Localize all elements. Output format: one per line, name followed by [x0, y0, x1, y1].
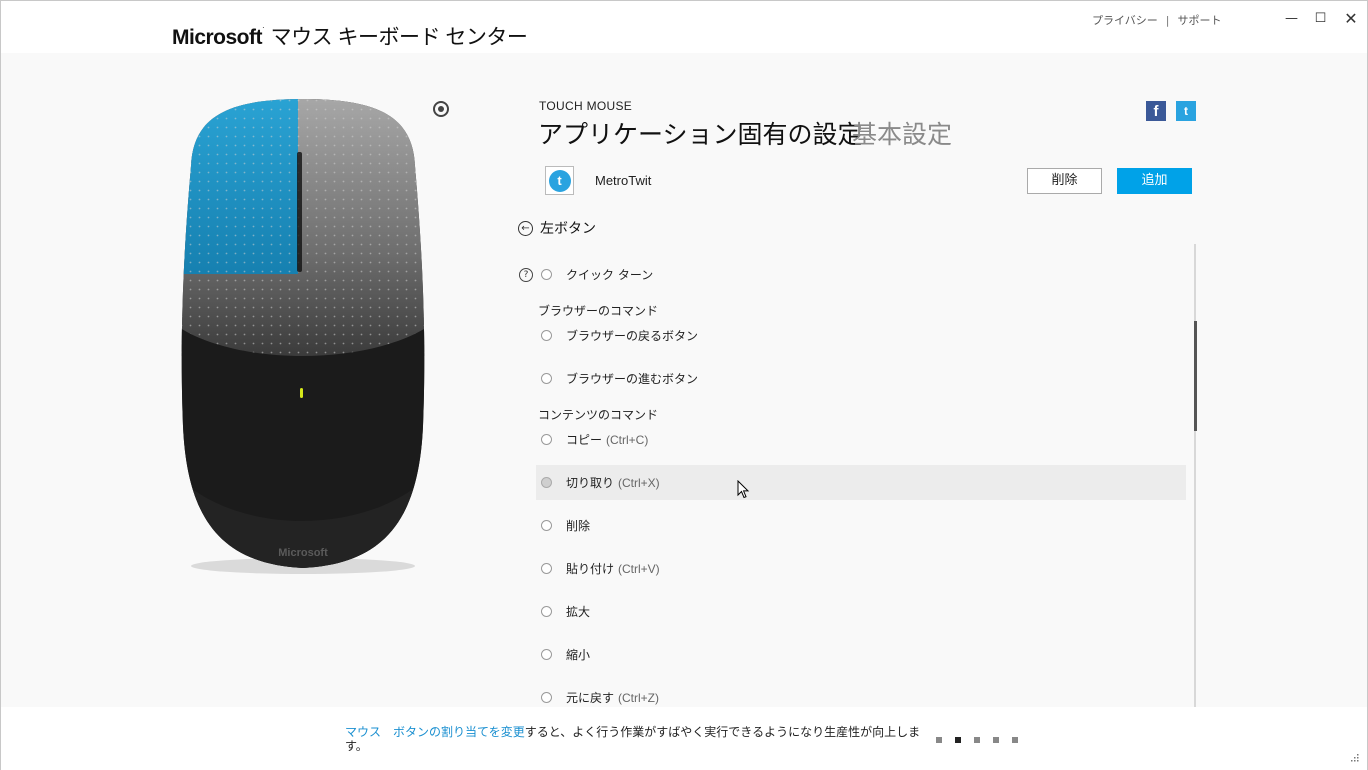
option-paste[interactable]: 貼り付け (Ctrl+V) [536, 551, 1186, 586]
privacy-link[interactable]: プライバシー [1092, 14, 1158, 27]
option-shortcut: (Ctrl+Z) [618, 690, 660, 705]
option-label: 切り取り [566, 476, 615, 490]
app-icon[interactable]: t [545, 166, 574, 195]
option-undo[interactable]: 元に戻す (Ctrl+Z) [536, 680, 1186, 707]
metrotwit-icon: t [548, 169, 571, 192]
tab-basic-settings[interactable]: 基本設定 [852, 115, 952, 151]
mouse-logo-text: Microsoft [278, 547, 328, 559]
radio-button[interactable] [541, 330, 552, 341]
radio-button[interactable] [541, 373, 552, 384]
title-bar: Microsoft· マウス キーボード センター プライバシー | サポート — ☐… [1, 1, 1367, 53]
section-browser-commands: ブラウザーのコマンド [538, 304, 659, 318]
app-name: MetroTwit [595, 173, 652, 188]
radio-button[interactable] [541, 477, 552, 488]
add-button[interactable]: 追加 [1117, 168, 1192, 194]
option-label: 拡大 [566, 605, 591, 619]
pager-dot[interactable] [1012, 737, 1018, 743]
twitter-icon[interactable]: t [1176, 101, 1196, 121]
tip-link-mouse[interactable]: マウス [345, 725, 381, 739]
close-button[interactable]: ✕ [1335, 1, 1367, 35]
resize-grip-icon[interactable] [1349, 752, 1359, 762]
option-copy[interactable]: コピー (Ctrl+C) [536, 422, 1186, 457]
device-name: TOUCH MOUSE [539, 99, 633, 113]
radio-button[interactable] [541, 692, 552, 703]
radio-button[interactable] [541, 269, 552, 280]
option-browser-back[interactable]: ブラウザーの戻るボタン [536, 318, 1186, 353]
app-title-text: マウス キーボード センター [270, 26, 528, 49]
selected-app-row: t MetroTwit 削除 追加 [545, 166, 1193, 196]
app-title: Microsoft· マウス キーボード センター [172, 23, 528, 49]
option-shortcut: (Ctrl+V) [618, 561, 660, 576]
radio-button[interactable] [541, 520, 552, 531]
option-zoom-out[interactable]: 縮小 [536, 637, 1186, 672]
option-shortcut: (Ctrl+X) [618, 475, 660, 490]
tab-app-specific-settings[interactable]: アプリケーション固有の設定 [538, 115, 863, 151]
back-label: 左ボタン [540, 221, 596, 237]
top-links: プライバシー | サポート [1092, 12, 1222, 28]
option-zoom-in[interactable]: 拡大 [536, 594, 1186, 629]
tip-text: マウス ボタンの割り当てを変更すると、よく行う作業がすばやく実行できるようになり生… [345, 725, 935, 753]
radio-button[interactable] [541, 649, 552, 660]
option-label: 貼り付け [566, 562, 615, 576]
pager-dot[interactable] [993, 737, 999, 743]
tip-pager [936, 737, 1018, 743]
tip-link-button-assignment[interactable]: ボタンの割り当てを変更 [393, 725, 525, 739]
pager-dot-active[interactable] [955, 737, 961, 743]
pager-dot[interactable] [974, 737, 980, 743]
option-label: ブラウザーの戻るボタン [566, 329, 699, 343]
option-browser-forward[interactable]: ブラウザーの進むボタン [536, 361, 1186, 396]
window-controls: — ☐ ✕ [1277, 1, 1367, 35]
option-label: ブラウザーの進むボタン [566, 372, 699, 386]
touch-mouse-illustration: Microsoft [181, 99, 425, 574]
option-label: 縮小 [566, 648, 591, 662]
option-cut[interactable]: 切り取り (Ctrl+X) [536, 465, 1186, 500]
help-icon[interactable]: ? [519, 268, 533, 282]
minimize-button[interactable]: — [1277, 1, 1306, 35]
option-label: コピー [566, 433, 603, 447]
back-arrow-icon[interactable]: ← [518, 220, 533, 236]
facebook-icon[interactable]: f [1146, 101, 1166, 121]
option-quick-turn[interactable]: クイック ターン [536, 257, 1186, 292]
mouse-image: Microsoft [177, 96, 429, 574]
back-to-left-button[interactable]: ← 左ボタン [518, 218, 596, 238]
pager-dot[interactable] [936, 737, 942, 743]
option-shortcut: (Ctrl+C) [606, 432, 649, 447]
list-scrollbar-thumb[interactable] [1194, 321, 1197, 431]
brand-name: Microsoft [172, 26, 263, 49]
radio-button[interactable] [541, 434, 552, 445]
support-link[interactable]: サポート [1178, 14, 1222, 27]
radio-button[interactable] [541, 563, 552, 574]
preview-eye-icon[interactable] [433, 101, 449, 117]
maximize-button[interactable]: ☐ [1306, 1, 1335, 35]
option-delete[interactable]: 削除 [536, 508, 1186, 543]
link-separator: | [1165, 14, 1170, 27]
radio-button[interactable] [541, 606, 552, 617]
option-label: クイック ターン [566, 268, 654, 282]
list-scrollbar-track[interactable] [1194, 244, 1196, 707]
section-content-commands: コンテンツのコマンド [538, 408, 659, 422]
command-list: ? クイック ターン ブラウザーのコマンド ブラウザーの戻るボタン ブラウザーの… [519, 244, 1196, 707]
app-window: Microsoft· マウス キーボード センター プライバシー | サポート — ☐… [0, 0, 1368, 770]
tip-bar: マウス ボタンの割り当てを変更すると、よく行う作業がすばやく実行できるようになり生… [1, 707, 1367, 770]
option-label: 元に戻す [566, 691, 615, 705]
mouse-pointer-icon [737, 480, 750, 499]
option-label: 削除 [566, 519, 591, 533]
delete-button[interactable]: 削除 [1027, 168, 1102, 194]
